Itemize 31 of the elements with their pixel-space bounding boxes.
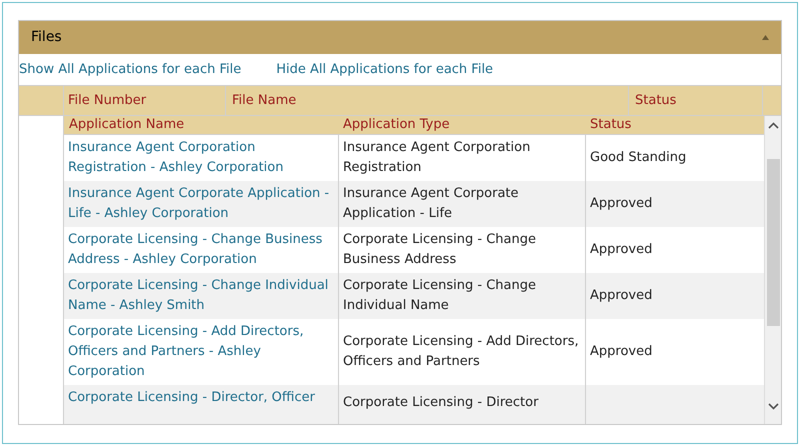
table-cell-text: Approved — [590, 343, 652, 361]
table-cell-text: Insurance Agent Corporate Application - Life — [343, 185, 520, 223]
column-header: Status — [589, 116, 632, 134]
application-link[interactable]: Corporate Licensing - Change Individual Name - Ashley Smith — [68, 276, 334, 316]
column-header: Application Name — [68, 116, 186, 134]
table-cell-text: Corporate Licensing - Change Business Address — [343, 231, 537, 269]
table-cell-text: Insurance Agent Corporation Registration — [343, 139, 532, 177]
toggle-link[interactable]: Hide All Applications for each File — [276, 60, 494, 80]
scrollbar[interactable] — [764, 116, 781, 424]
column-header: File Number — [64, 86, 226, 115]
table-cell-text: Approved — [590, 287, 652, 305]
table-cell-text: Approved — [590, 241, 652, 259]
scroll-up-icon[interactable] — [768, 122, 778, 129]
application-link[interactable]: Corporate Licensing - Change Business Address - Ashley Corporation — [68, 230, 334, 270]
table-cell-text: Corporate Licensing - Add Directors, Officers and Partners — [343, 333, 580, 371]
column-header: Status — [629, 86, 763, 115]
table-cell-text: Corporate Licensing - Director — [343, 394, 538, 412]
application-link[interactable]: Corporate Licensing - Director, Officer — [68, 388, 315, 408]
table-cell-text: Corporate Licensing - Change Individual Name — [343, 277, 537, 315]
table-cell-text: Approved — [590, 195, 652, 213]
collapse-icon[interactable] — [762, 35, 769, 40]
column-header: Application Type — [342, 116, 451, 134]
application-link[interactable]: Insurance Agent Corporation Registration - Ashley Corporation — [68, 138, 334, 178]
scroll-down-icon[interactable] — [768, 403, 778, 410]
scrollbar-thumb[interactable] — [766, 159, 780, 326]
toggle-link[interactable]: Show All Applications for each File — [19, 60, 242, 80]
application-link[interactable]: Insurance Agent Corporate Application - Life - Ashley Corporation — [68, 184, 334, 224]
panel-title: Files — [31, 28, 62, 47]
table-cell-text: Good Standing — [590, 149, 686, 167]
application-link[interactable]: Corporate Licensing - Add Directors, Officers and Partners - Ashley Corporation — [68, 322, 334, 382]
column-header: File Name — [226, 86, 629, 115]
